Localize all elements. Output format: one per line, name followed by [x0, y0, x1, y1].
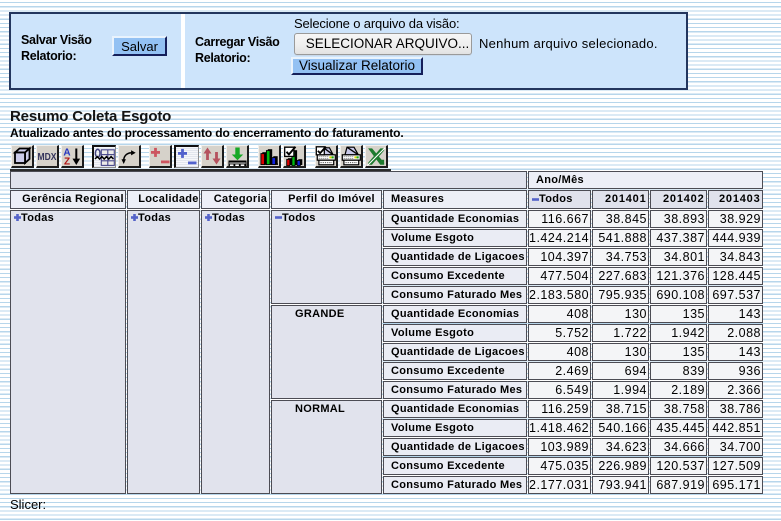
svg-text:MDX: MDX	[38, 152, 57, 163]
svg-text:Z: Z	[64, 157, 70, 167]
